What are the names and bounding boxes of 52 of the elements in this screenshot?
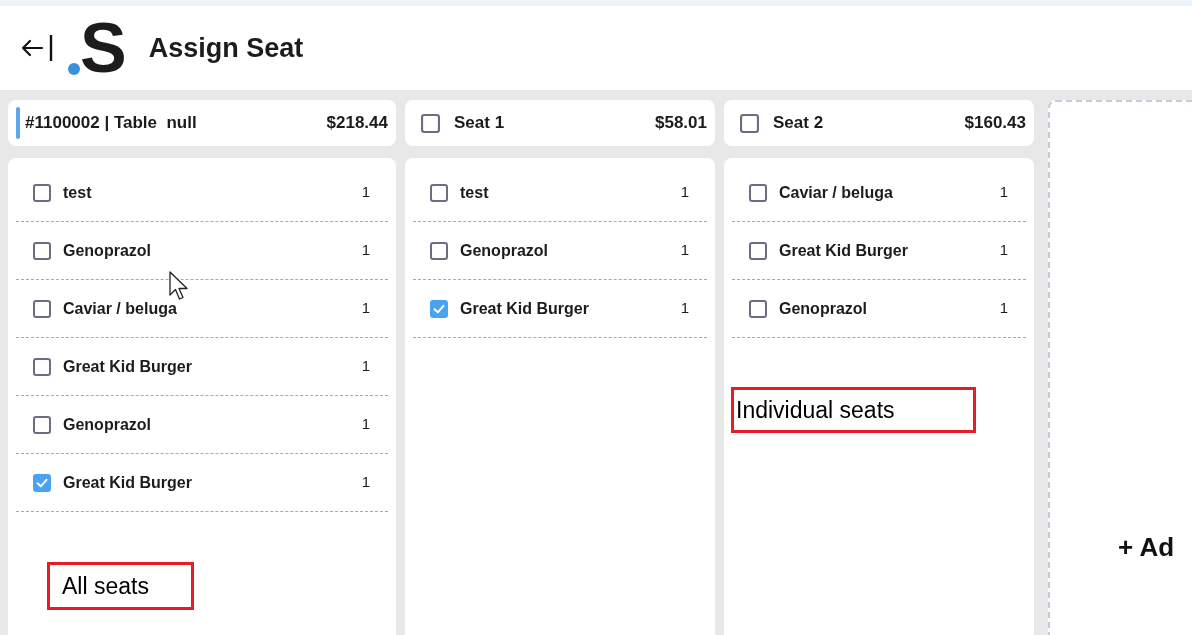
item-name: Great Kid Burger (460, 298, 589, 319)
item-quantity: 1 (999, 298, 1008, 319)
item-name: Caviar / beluga (779, 182, 893, 203)
order-title: #1100002 | Table null (25, 112, 197, 135)
item-name: Caviar / beluga (63, 298, 177, 319)
logo: S (80, 13, 127, 83)
item-name: Great Kid Burger (779, 240, 908, 261)
seat-total: $58.01 (655, 112, 707, 135)
item-quantity: 1 (361, 298, 370, 319)
add-seat-button[interactable]: + Ad (1048, 100, 1192, 635)
item-name: Genoprazol (779, 298, 867, 319)
annotation-callout: Individual seats (731, 387, 976, 433)
checkbox[interactable] (749, 241, 767, 260)
checkbox[interactable] (33, 299, 51, 318)
page-title: Assign Seat (148, 31, 304, 65)
item-name: test (460, 182, 489, 203)
checkbox[interactable] (421, 113, 440, 133)
item-name: Great Kid Burger (63, 472, 192, 493)
item-name: Genoprazol (460, 240, 548, 261)
order-total: $218.44 (326, 112, 388, 135)
checkbox[interactable] (33, 357, 51, 376)
checkbox[interactable] (33, 183, 51, 202)
item-quantity: 1 (361, 414, 370, 435)
checkbox[interactable] (430, 299, 448, 318)
accent-bar-icon (16, 107, 20, 139)
item-name: Genoprazol (63, 414, 151, 435)
cursor-icon (169, 271, 189, 301)
item-quantity: 1 (680, 240, 689, 261)
checkbox[interactable] (33, 473, 51, 492)
checkbox[interactable] (430, 241, 448, 260)
checkbox[interactable] (430, 183, 448, 202)
checkbox[interactable] (33, 415, 51, 434)
checkbox[interactable] (33, 241, 51, 260)
item-quantity: 1 (361, 356, 370, 377)
item-name: Great Kid Burger (63, 356, 192, 377)
item-name: Genoprazol (63, 240, 151, 261)
annotation-callout: All seats (47, 562, 194, 610)
item-quantity: 1 (361, 182, 370, 203)
checkbox[interactable] (749, 183, 767, 202)
back-icon[interactable] (20, 34, 53, 62)
checkbox[interactable] (740, 113, 759, 133)
item-quantity: 1 (361, 472, 370, 493)
seat-total: $160.43 (964, 112, 1026, 135)
item-quantity: 1 (680, 298, 689, 319)
checkbox[interactable] (749, 299, 767, 318)
seat-title: Seat 1 (454, 112, 505, 135)
seat-title: Seat 2 (773, 112, 824, 135)
item-quantity: 1 (680, 182, 689, 203)
item-quantity: 1 (999, 182, 1008, 203)
item-quantity: 1 (999, 240, 1008, 261)
item-quantity: 1 (361, 240, 370, 261)
item-name: test (63, 182, 92, 203)
